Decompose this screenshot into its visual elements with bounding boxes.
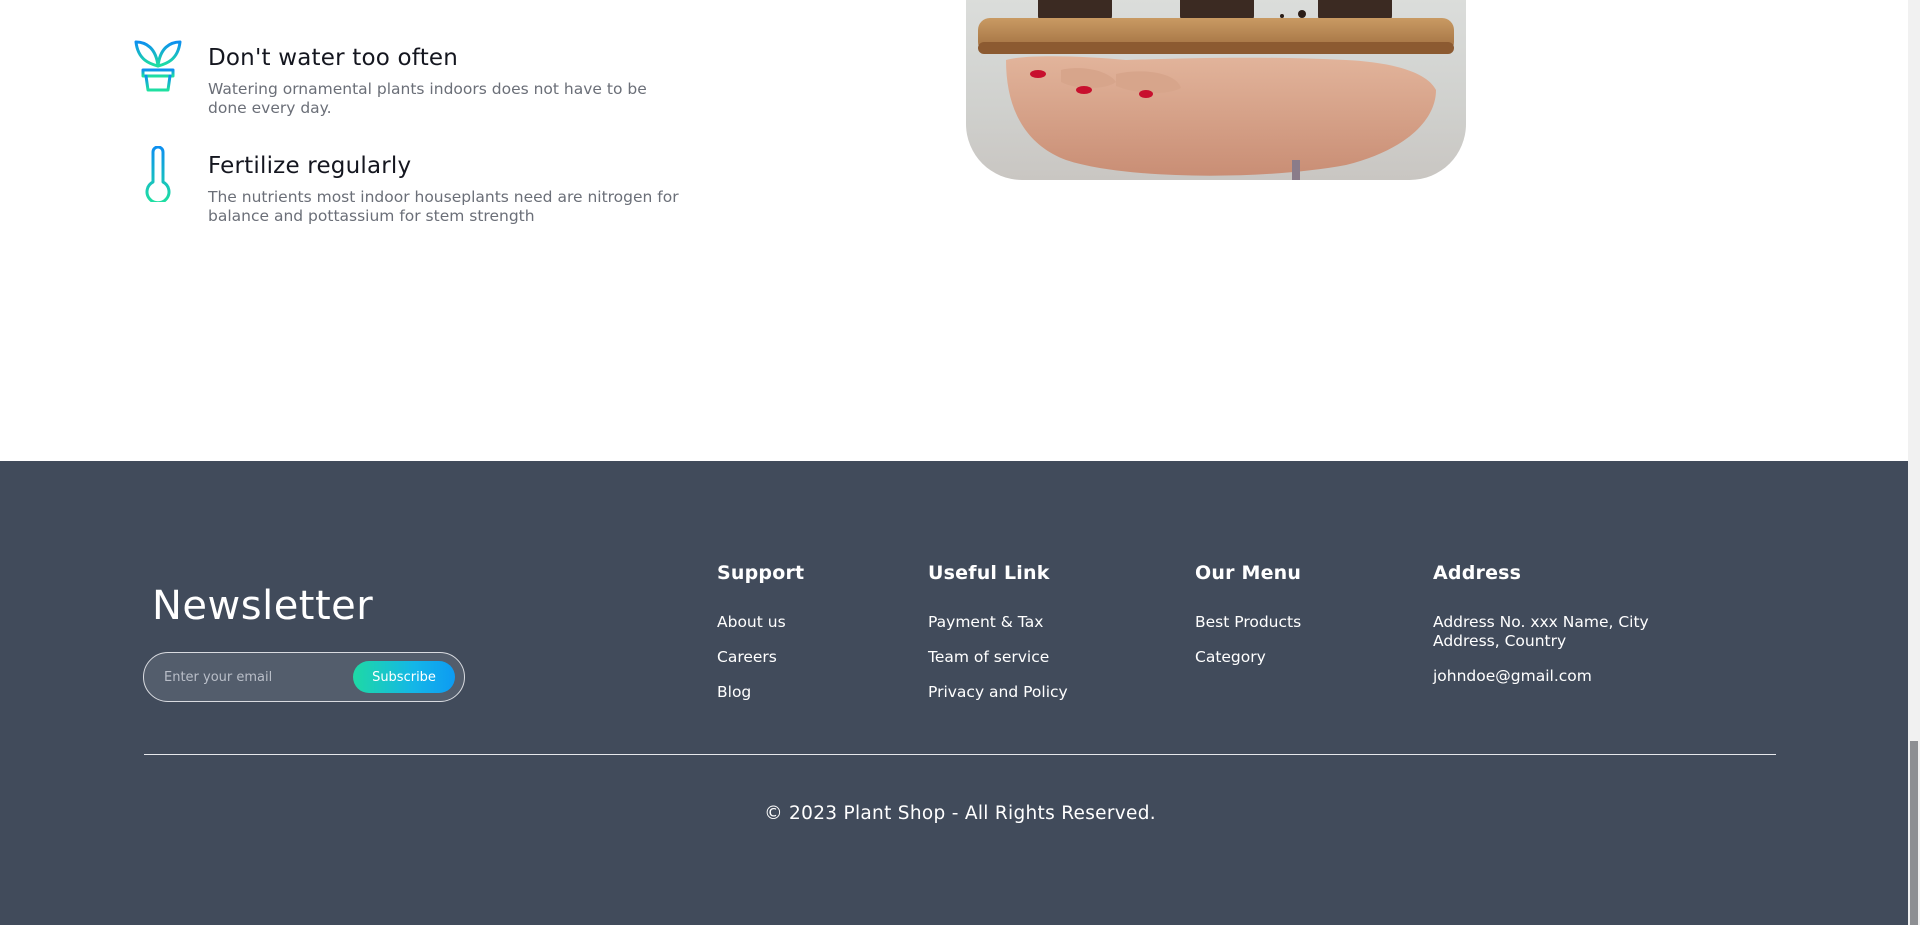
tip-title: Fertilize regularly — [208, 153, 412, 179]
footer-column-support: Support About us Careers Blog — [717, 561, 804, 718]
footer-column-our-menu: Our Menu Best Products Category — [1195, 561, 1301, 683]
footer-divider — [144, 754, 1776, 755]
column-title: Useful Link — [928, 562, 1050, 584]
copyright-text: © 2023 Plant Shop - All Rights Reserved. — [764, 803, 1156, 824]
tip-description: The nutrients most indoor houseplants ne… — [208, 188, 679, 225]
footer-link-about-us[interactable]: About us — [717, 613, 786, 631]
contact-email[interactable]: johndoe@gmail.com — [1433, 667, 1693, 686]
footer-column-address: Address Address No. xxx Name, City Addre… — [1433, 561, 1693, 686]
footer-link-team-of-service[interactable]: Team of service — [928, 648, 1049, 666]
site-footer: Newsletter Subscribe Support About us Ca… — [0, 461, 1908, 925]
footer-link-best-products[interactable]: Best Products — [1195, 613, 1301, 631]
newsletter-title: Newsletter — [152, 583, 374, 629]
footer-link-payment-tax[interactable]: Payment & Tax — [928, 613, 1043, 631]
footer-link-category[interactable]: Category — [1195, 648, 1266, 666]
tip-item-fertilize: Fertilize regularly The nutrients most i… — [132, 146, 688, 226]
plant-photo — [966, 0, 1466, 180]
address-line: Address, Country — [1433, 632, 1567, 650]
tip-description: Watering ornamental plants indoors does … — [208, 80, 647, 117]
subscribe-button[interactable]: Subscribe — [353, 661, 455, 693]
footer-column-useful-link: Useful Link Payment & Tax Team of servic… — [928, 561, 1068, 718]
plant-pot-icon — [132, 38, 184, 94]
column-title: Address — [1433, 562, 1522, 584]
scrollbar-thumb[interactable] — [1910, 741, 1918, 925]
newsletter-form: Subscribe — [143, 652, 465, 702]
column-title: Our Menu — [1195, 562, 1302, 584]
thermometer-icon — [132, 146, 184, 202]
footer-link-blog[interactable]: Blog — [717, 683, 751, 701]
tip-title: Don't water too often — [208, 45, 459, 71]
email-input[interactable] — [164, 665, 344, 689]
page-scrollbar[interactable] — [1908, 0, 1920, 925]
tip-item-watering: Don't water too often Watering ornamenta… — [132, 38, 688, 118]
footer-link-privacy-policy[interactable]: Privacy and Policy — [928, 683, 1068, 701]
column-title: Support — [717, 562, 805, 584]
address-line: Address No. xxx Name, City — [1433, 613, 1649, 631]
footer-link-careers[interactable]: Careers — [717, 648, 777, 666]
